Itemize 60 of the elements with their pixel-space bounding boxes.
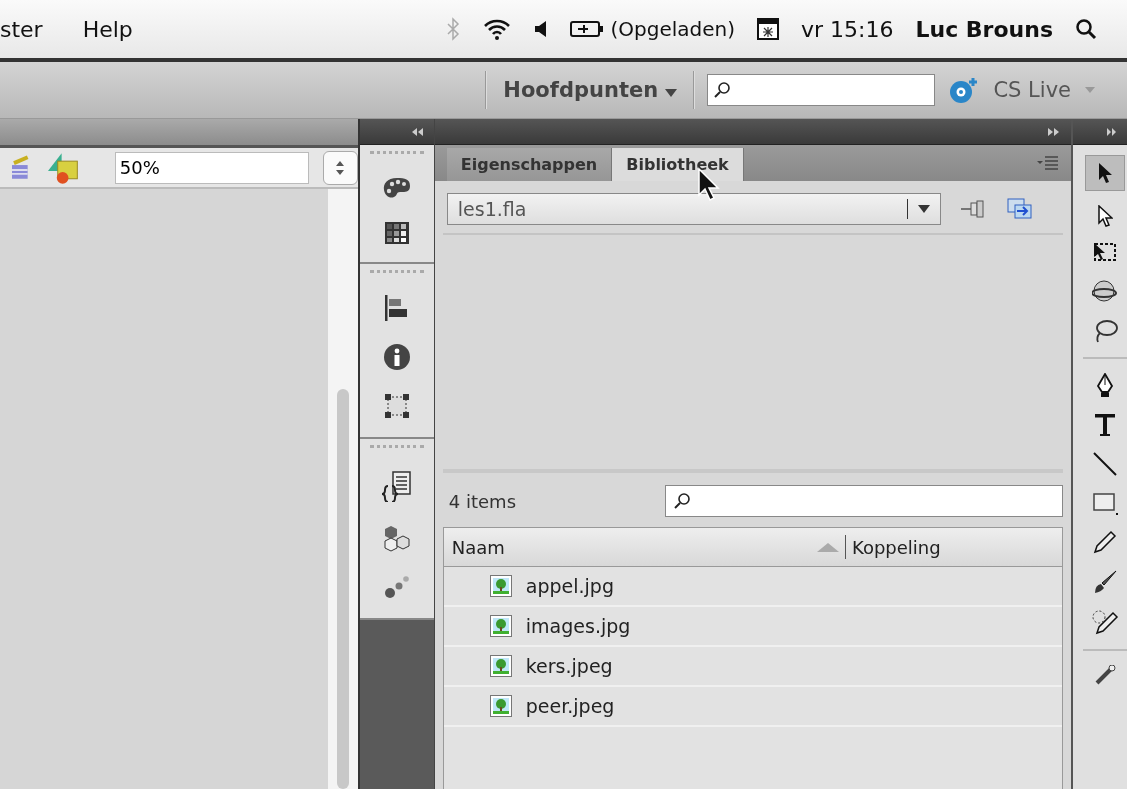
- components-icon[interactable]: [382, 524, 411, 552]
- library-item-name[interactable]: peer.jpeg: [525, 695, 615, 717]
- image-file-icon: [489, 575, 512, 597]
- speaker-icon[interactable]: [534, 19, 549, 39]
- search-icon: [673, 492, 692, 510]
- shapes-icon[interactable]: [45, 150, 81, 185]
- search-icon[interactable]: [1075, 18, 1097, 40]
- zoom-field[interactable]: 50%: [114, 151, 309, 184]
- scrollbar[interactable]: [328, 189, 358, 789]
- swatches-icon[interactable]: [384, 222, 409, 244]
- expand-icon[interactable]: [1107, 126, 1117, 137]
- info-icon[interactable]: [382, 343, 411, 371]
- sphere-icon[interactable]: [1092, 279, 1118, 305]
- help-search-field[interactable]: [707, 74, 936, 106]
- dropdown-arrow-icon: [917, 205, 930, 213]
- item-count: 4 items: [448, 490, 517, 512]
- caret-icon: [665, 89, 678, 97]
- workspace-dropdown[interactable]: Hoofdpunten: [499, 78, 682, 102]
- text-tool-icon[interactable]: [1094, 413, 1116, 437]
- zoom-stepper[interactable]: [322, 150, 358, 185]
- pencil-icon[interactable]: [1092, 529, 1118, 555]
- image-file-icon: [489, 655, 512, 677]
- menu-item[interactable]: ster: [0, 16, 43, 42]
- scrollbar-thumb[interactable]: [337, 389, 349, 789]
- image-file-icon: [489, 695, 512, 717]
- pin-icon[interactable]: [960, 200, 987, 218]
- pen-icon[interactable]: [1095, 373, 1115, 399]
- cs-live-label[interactable]: CS Live: [993, 78, 1071, 102]
- library-item-name[interactable]: kers.jpeg: [525, 655, 613, 677]
- document-dropdown[interactable]: les1.fla: [446, 193, 941, 225]
- transform-icon[interactable]: [383, 393, 410, 419]
- stepper-arrows-icon: [335, 159, 346, 176]
- menubar-clock[interactable]: vr 15:16: [801, 16, 894, 42]
- battery-icon[interactable]: [570, 19, 605, 39]
- palette-icon[interactable]: [382, 176, 411, 200]
- user-name[interactable]: Luc Brouns: [915, 16, 1053, 42]
- library-item-name[interactable]: images.jpg: [525, 615, 631, 637]
- line-icon[interactable]: [1092, 451, 1118, 477]
- calendar-icon[interactable]: [757, 18, 779, 40]
- battery-status: (Opgeladen): [610, 17, 735, 41]
- search-icon: [714, 81, 733, 99]
- subselection-tool-icon[interactable]: [1097, 205, 1113, 227]
- deco-icon[interactable]: [1091, 609, 1119, 635]
- arrow-icon: [1097, 162, 1113, 184]
- panel-tab[interactable]: Eigenschappen: [446, 148, 613, 181]
- menu-item[interactable]: Help: [82, 16, 133, 42]
- dots-icon[interactable]: [383, 574, 410, 600]
- brush-icon[interactable]: [1092, 569, 1118, 595]
- align-icon[interactable]: [384, 295, 409, 321]
- new-library-icon[interactable]: [1006, 198, 1033, 220]
- library-item-name[interactable]: appel.jpg: [525, 575, 614, 597]
- library-search-field[interactable]: [664, 485, 1063, 517]
- column-header[interactable]: Naam: [451, 536, 815, 558]
- expand-icon[interactable]: [1047, 126, 1061, 137]
- rectangle-icon[interactable]: [1092, 491, 1118, 515]
- image-file-icon: [489, 615, 512, 637]
- panel-tab[interactable]: Bibliotheek: [612, 148, 744, 181]
- selection-tool[interactable]: [1085, 155, 1125, 191]
- column-header[interactable]: Koppeling: [852, 536, 1062, 558]
- script-icon[interactable]: [381, 470, 412, 502]
